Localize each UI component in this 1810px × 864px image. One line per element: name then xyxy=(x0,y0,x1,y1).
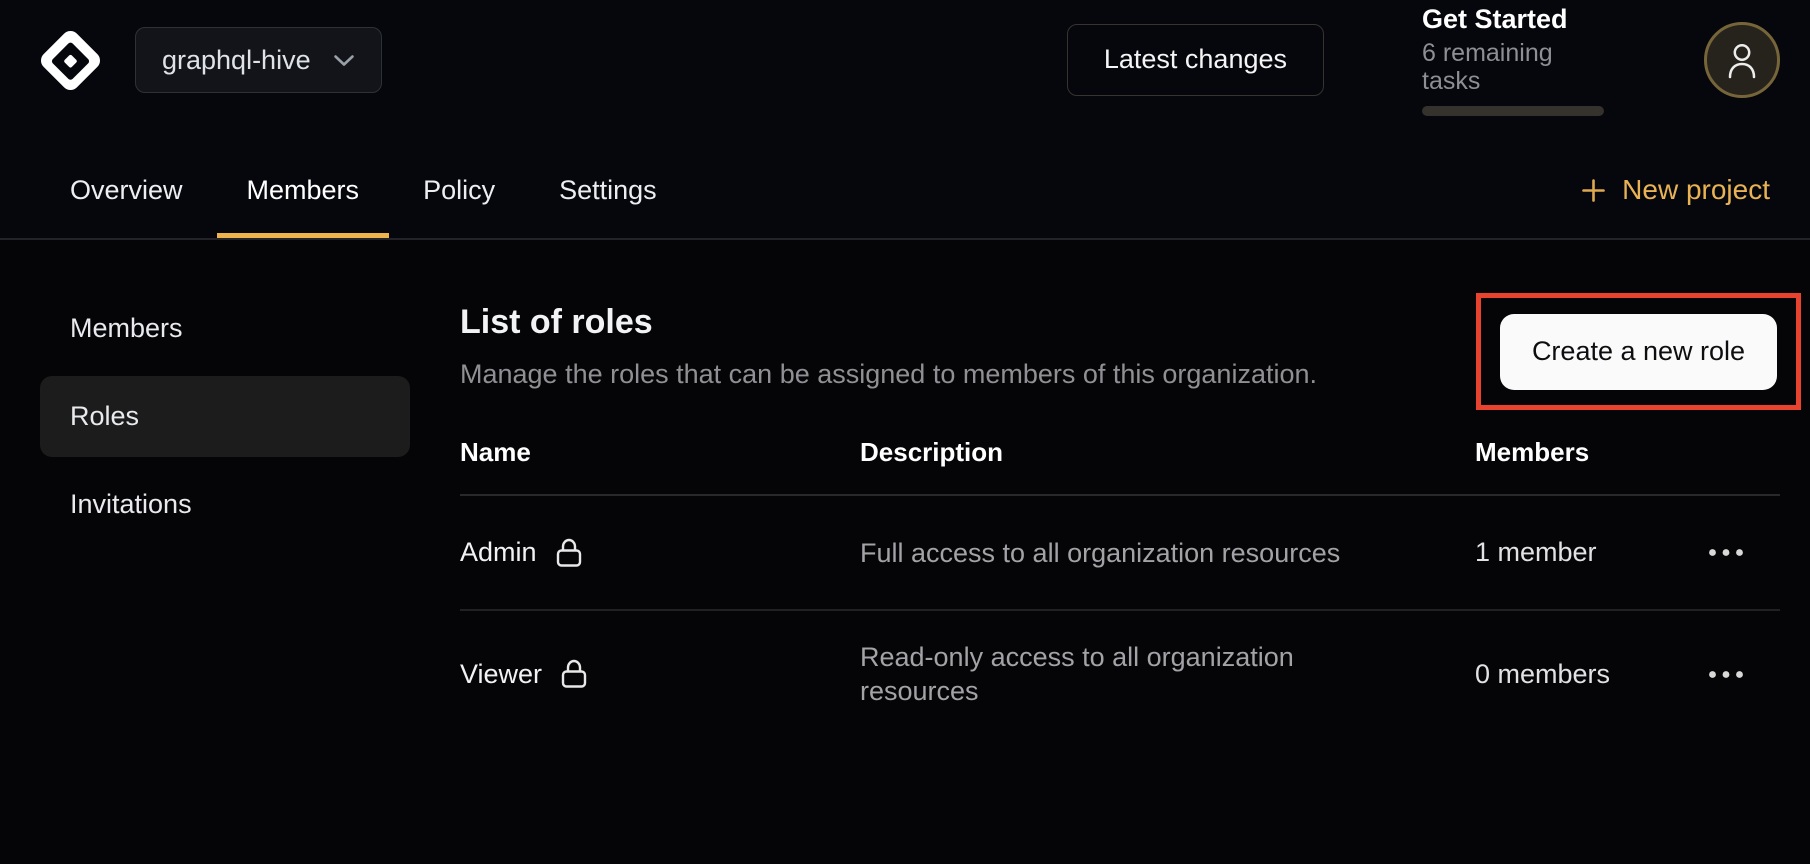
role-name: Viewer xyxy=(460,659,542,690)
top-bar: graphql-hive Latest changes Get Started … xyxy=(0,0,1810,120)
organization-switcher[interactable]: graphql-hive xyxy=(135,27,382,93)
role-description: Read-only access to all organization res… xyxy=(860,640,1360,708)
table-row-viewer: Viewer Read-only access to all organizat… xyxy=(460,611,1780,737)
members-page: Members Roles Invitations List of roles … xyxy=(0,240,1810,864)
role-actions-menu-button[interactable] xyxy=(1702,660,1750,689)
get-started-title: Get Started xyxy=(1422,4,1606,35)
get-started-widget[interactable]: Get Started 6 remaining tasks xyxy=(1422,4,1606,116)
lock-icon xyxy=(560,658,588,690)
tab-policy[interactable]: Policy xyxy=(393,142,525,238)
role-name: Admin xyxy=(460,537,537,568)
organization-name: graphql-hive xyxy=(162,45,311,76)
organization-tabs: Overview Members Policy Settings New pro… xyxy=(0,120,1810,240)
user-avatar-button[interactable] xyxy=(1704,22,1780,98)
create-new-role-button[interactable]: Create a new role xyxy=(1500,314,1777,390)
role-members-count: 0 members xyxy=(1475,659,1702,690)
roles-table: Name Description Members Admin Full acce… xyxy=(460,410,1780,737)
top-bar-right: Latest changes Get Started 6 remaining t… xyxy=(1067,4,1780,116)
tab-members[interactable]: Members xyxy=(217,142,390,238)
plus-icon xyxy=(1580,177,1607,204)
lock-icon xyxy=(555,537,583,569)
user-icon xyxy=(1725,41,1759,79)
latest-changes-button[interactable]: Latest changes xyxy=(1067,24,1324,96)
tab-overview[interactable]: Overview xyxy=(40,142,213,238)
get-started-progress-bar xyxy=(1422,106,1604,116)
role-actions-menu-button[interactable] xyxy=(1702,538,1750,567)
ellipsis-icon xyxy=(1708,548,1744,557)
chevron-down-icon xyxy=(333,54,355,67)
table-row-admin: Admin Full access to all organization re… xyxy=(460,496,1780,611)
tab-settings[interactable]: Settings xyxy=(529,142,687,238)
column-header-members: Members xyxy=(1475,437,1702,468)
get-started-remaining-tasks: 6 remaining tasks xyxy=(1422,40,1606,95)
ellipsis-icon xyxy=(1708,670,1744,679)
sidebar-item-invitations[interactable]: Invitations xyxy=(40,464,410,545)
new-project-label: New project xyxy=(1622,174,1770,206)
new-project-link[interactable]: New project xyxy=(1580,142,1770,238)
roles-panel: List of roles Manage the roles that can … xyxy=(460,288,1780,864)
role-members-count: 1 member xyxy=(1475,537,1702,568)
sidebar-item-members[interactable]: Members xyxy=(40,288,410,369)
column-header-name: Name xyxy=(460,437,860,468)
app-root: graphql-hive Latest changes Get Started … xyxy=(0,0,1810,864)
roles-table-header: Name Description Members xyxy=(460,410,1780,496)
sidebar-item-roles[interactable]: Roles xyxy=(40,376,410,457)
annotation-highlight-box: Create a new role xyxy=(1476,293,1801,410)
role-description: Full access to all organization resource… xyxy=(860,536,1360,570)
hive-logo-icon xyxy=(37,27,103,93)
members-sidebar: Members Roles Invitations xyxy=(40,288,410,864)
column-header-description: Description xyxy=(860,437,1475,468)
